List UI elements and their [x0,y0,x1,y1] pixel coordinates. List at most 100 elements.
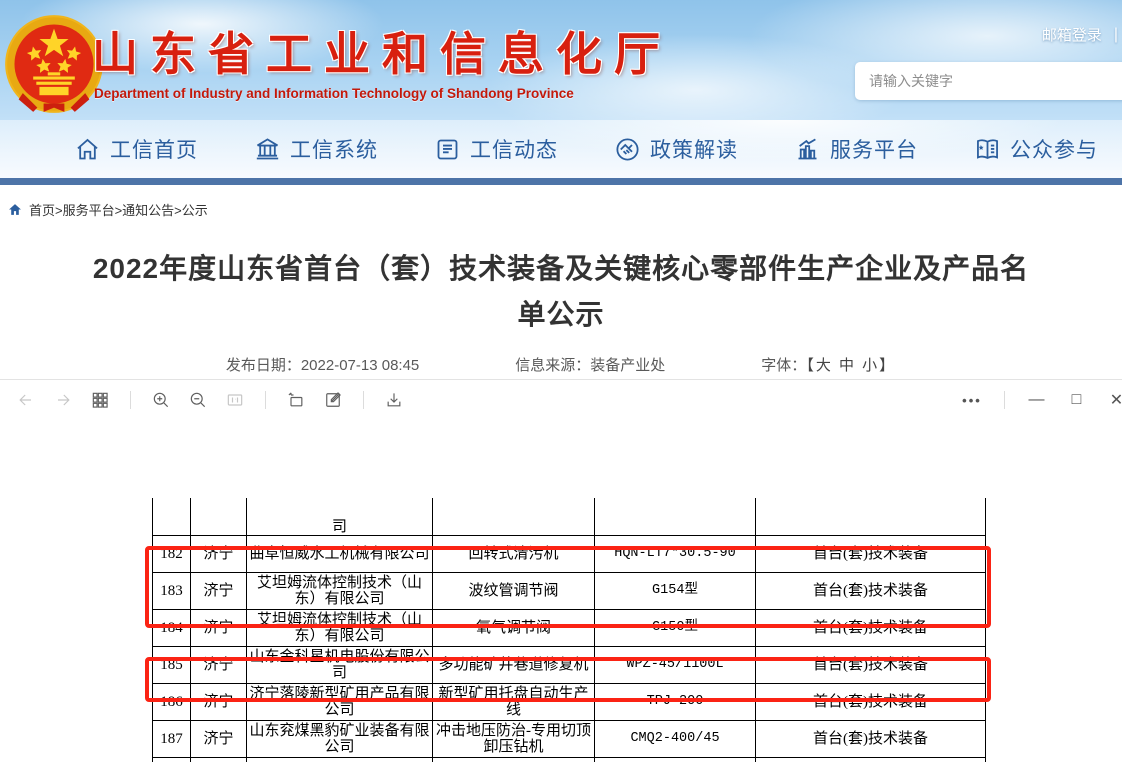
results-table-body: 司 182济宁曲阜恒威水工机械有限公司回转式清污机HQN-LT7*30.5-90… [153,498,986,762]
minimize-icon[interactable]: — [1024,391,1050,409]
cell-type: 首台(套)技术装备 [756,572,986,609]
cell-city: 济宁 [191,720,247,757]
cell-city: 济宁 [191,683,247,720]
cell-company: 济宁落陵新型矿用产品有限公司 [247,683,433,720]
cell-city: 济宁 [191,757,247,762]
mail-login-link[interactable]: 邮箱登录 [1042,24,1102,45]
nav-item-home[interactable]: 工信首页 [74,134,198,164]
font-size-control: 字体：【大 中 小】 [761,354,896,379]
cell-model: G154型 [595,572,756,609]
cell-company: 艾坦姆流体控制技术（山东）有限公司 [247,609,433,646]
toolbar-divider [1004,391,1005,409]
cell-model: G150型 [595,609,756,646]
back-icon[interactable] [14,388,38,412]
main-nav: 工信首页 工信系统 工信动态 政策解读 服务平台 公众参与 数 [0,120,1122,178]
toolbar-divider [130,391,131,409]
publish-date: 发布日期：2022-07-13 08:45 [226,354,419,379]
thumbnails-grid-icon[interactable] [88,388,112,412]
cell-no: 188 [153,757,191,762]
cell-no: 186 [153,683,191,720]
news-icon [434,136,461,163]
table-row: 184济宁艾坦姆流体控制技术（山东）有限公司氧气调节阀G150型首台(套)技术装… [153,609,986,646]
home-icon [74,136,101,163]
table-row: 183济宁艾坦姆流体控制技术（山东）有限公司波纹管调节阀G154型首台(套)技术… [153,572,986,609]
cell-type: 首台(套)技术装备 [756,646,986,683]
cell-no: 187 [153,720,191,757]
cell-no: 183 [153,572,191,609]
nav-item-service[interactable]: 服务平台 [794,134,918,164]
table-row: 185济宁山东金科星机电股份有限公司多功能矿井巷道修复机WPZ-45/1100L… [153,646,986,683]
national-emblem-logo [2,12,106,116]
cell-model: CMQ2-400/45 [595,720,756,757]
table-row: 182济宁曲阜恒威水工机械有限公司回转式清污机HQN-LT7*30.5-90首台… [153,535,986,572]
font-size-options[interactable]: 【大 中 小】 [806,357,896,374]
search-input[interactable] [869,73,1122,89]
nav-divider-bar [0,178,1122,185]
close-icon[interactable]: ✕ [1104,390,1122,410]
cell-product: 新型矿用托盘自动生产线 [433,683,595,720]
page: 山东省工业和信息化厅 Department of Industry and In… [0,0,1122,769]
site-title: 山东省工业和信息化厅 [92,18,692,84]
nav-item-participate[interactable]: 公众参与 [974,134,1098,164]
cell-no: 182 [153,535,191,572]
chart-icon [794,136,821,163]
cell-product: 多功能矿井巷道修复机 [433,646,595,683]
cell-type: 首台(套)技术装备 [756,757,986,762]
fit-page-icon[interactable] [223,388,247,412]
table-row-partial: 司 [153,498,986,535]
search-box [855,62,1122,100]
zoom-out-icon[interactable] [186,388,210,412]
download-icon[interactable] [382,388,406,412]
article-meta: 发布日期：2022-07-13 08:45 信息来源：装备产业处 字体：【大 中… [0,354,1122,379]
cell-city: 济宁 [191,646,247,683]
site-header: 山东省工业和信息化厅 Department of Industry and In… [0,0,1122,120]
handshake-icon [614,136,641,163]
rotate-icon[interactable] [284,388,308,412]
cell-company: 山东盈动智能科技有限公司 [247,757,433,762]
cell-company-partial: 司 [247,498,433,535]
table-row: 186济宁济宁落陵新型矿用产品有限公司新型矿用托盘自动生产线TPJ-200首台(… [153,683,986,720]
site-subtitle: Department of Industry and Information T… [94,86,574,101]
cell-model: TPJ-200 [595,683,756,720]
cell-company: 曲阜恒威水工机械有限公司 [247,535,433,572]
font-size-label: 字体： [761,357,806,374]
breadcrumb-path: 首页>服务平台>通知公告>公示 [29,200,208,219]
cell-type: 首台(套)技术装备 [756,683,986,720]
bank-icon [254,136,281,163]
toolbar-divider [363,391,364,409]
edit-icon[interactable] [321,388,345,412]
breadcrumb[interactable]: 首页>服务平台>通知公告>公示 [0,185,1122,220]
document-viewer-toolbar: ••• — □ ✕ [0,379,1122,419]
cell-city: 济宁 [191,535,247,572]
cell-type: 首台(套)技术装备 [756,535,986,572]
nav-item-system[interactable]: 工信系统 [254,134,378,164]
cell-company: 山东兖煤黑豹矿业装备有限公司 [247,720,433,757]
maximize-icon[interactable]: □ [1064,391,1090,409]
cell-product: 回转式清污机 [433,535,595,572]
nav-item-news[interactable]: 工信动态 [434,134,558,164]
cell-product: 冲击地压防治-专用切顶卸压钻机 [433,720,595,757]
cell-no: 184 [153,609,191,646]
book-star-icon [974,136,1001,163]
forward-icon[interactable] [51,388,75,412]
header-separator: | [1114,26,1118,44]
results-table: 司 182济宁曲阜恒威水工机械有限公司回转式清污机HQN-LT7*30.5-90… [152,498,986,762]
table-row: 188济宁山东盈动智能科技有限公司Inline式温度特性测试机WH-1000首台… [153,757,986,762]
cell-company: 山东金科星机电股份有限公司 [247,646,433,683]
cell-city: 济宁 [191,609,247,646]
cell-model: HQN-LT7*30.5-90 [595,535,756,572]
toolbar-divider [265,391,266,409]
breadcrumb-home-icon [8,203,22,216]
page-title: 2022年度山东省首台（套）技术装备及关键核心零部件生产企业及产品名单公示 [79,246,1044,338]
cell-product: Inline式温度特性测试机 [433,757,595,762]
nav-item-policy[interactable]: 政策解读 [614,134,738,164]
cell-product: 波纹管调节阀 [433,572,595,609]
cell-city: 济宁 [191,572,247,609]
more-options-icon[interactable]: ••• [959,393,985,408]
cell-company: 艾坦姆流体控制技术（山东）有限公司 [247,572,433,609]
cell-model: WPZ-45/1100L [595,646,756,683]
cell-no: 185 [153,646,191,683]
document-page: 司 182济宁曲阜恒威水工机械有限公司回转式清污机HQN-LT7*30.5-90… [0,419,1122,762]
table-row: 187济宁山东兖煤黑豹矿业装备有限公司冲击地压防治-专用切顶卸压钻机CMQ2-4… [153,720,986,757]
zoom-in-icon[interactable] [149,388,173,412]
